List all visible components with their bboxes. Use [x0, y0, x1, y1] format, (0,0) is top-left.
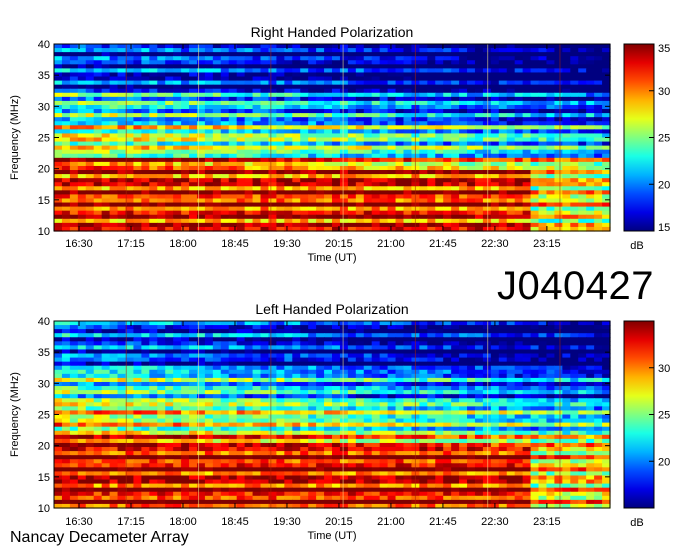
y-tick-label: 40	[38, 316, 50, 328]
x-tick-label: 18:00	[169, 238, 197, 250]
x-axis-label: Time (UT)	[307, 530, 356, 542]
x-tick-label: 18:45	[221, 238, 249, 250]
y-tick-label: 25	[38, 133, 50, 145]
x-tick-label: 22:30	[481, 238, 509, 250]
colorbar-tick-label: 25	[658, 133, 670, 145]
colorbar: 15 20 25 30 35 dB	[623, 43, 670, 252]
x-axis-label: Time (UT)	[307, 252, 356, 264]
y-tick-label: 15	[38, 472, 50, 484]
colorbar-tick-label: 30	[658, 363, 670, 375]
instrument-credit: Nancay Decameter Array	[10, 529, 189, 546]
x-tick-label: 18:45	[221, 516, 249, 528]
spectrogram-panel-1: Right Handed Polarization 10 15 20 25 30 35 40 F…	[9, 24, 670, 264]
colorbar: 20 25 30 dB	[623, 320, 670, 529]
x-tick-label: 23:15	[533, 516, 561, 528]
y-tick-label: 20	[38, 164, 50, 176]
y-tick-label: 40	[38, 39, 50, 51]
x-tick-label: 18:00	[169, 516, 197, 528]
y-tick-label: 35	[38, 70, 50, 82]
x-tick-label: 17:15	[117, 238, 145, 250]
y-tick-label: 30	[38, 101, 50, 113]
y-tick-label: 15	[38, 195, 50, 207]
x-tick-label: 20:15	[325, 238, 353, 250]
colorbar-tick-label: 15	[658, 222, 670, 234]
heatmap-cells	[54, 44, 611, 232]
y-axis-label: Frequency (MHz)	[9, 95, 21, 180]
x-tick-label: 19:30	[273, 238, 301, 250]
x-tick-label: 19:30	[273, 516, 301, 528]
colorbar-tick-label: 20	[658, 179, 670, 191]
x-tick-label: 16:30	[65, 516, 93, 528]
observation-id: J040427	[497, 264, 654, 308]
colorbar-tick-label: 25	[658, 410, 670, 422]
colorbar-unit-label: dB	[630, 240, 643, 252]
colorbar-tick-label: 35	[658, 43, 670, 55]
x-tick-label: 17:15	[117, 516, 145, 528]
y-tick-label: 10	[38, 226, 50, 238]
y-tick-label: 30	[38, 378, 50, 390]
y-tick-label: 25	[38, 410, 50, 422]
y-tick-label: 10	[38, 503, 50, 515]
x-tick-label: 22:30	[481, 516, 509, 528]
heatmap-cells	[54, 321, 611, 509]
x-tick-label: 23:15	[533, 238, 561, 250]
y-axis-label: Frequency (MHz)	[9, 372, 21, 457]
x-tick-label: 21:00	[377, 516, 405, 528]
panel-title: Left Handed Polarization	[255, 301, 408, 317]
colorbar-tick-label: 20	[658, 456, 670, 468]
y-tick-label: 20	[38, 441, 50, 453]
x-tick-label: 16:30	[65, 238, 93, 250]
x-tick-label: 21:45	[429, 516, 457, 528]
x-tick-label: 21:45	[429, 238, 457, 250]
colorbar-tick-label: 30	[658, 86, 670, 98]
x-tick-label: 20:15	[325, 516, 353, 528]
panel-title: Right Handed Polarization	[251, 24, 414, 40]
colorbar-unit-label: dB	[630, 517, 643, 529]
spectrogram-panel-2: Left Handed Polarization 10 15 20 25 30 35 40 Fr…	[9, 301, 670, 542]
y-tick-label: 35	[38, 347, 50, 359]
x-tick-label: 21:00	[377, 238, 405, 250]
